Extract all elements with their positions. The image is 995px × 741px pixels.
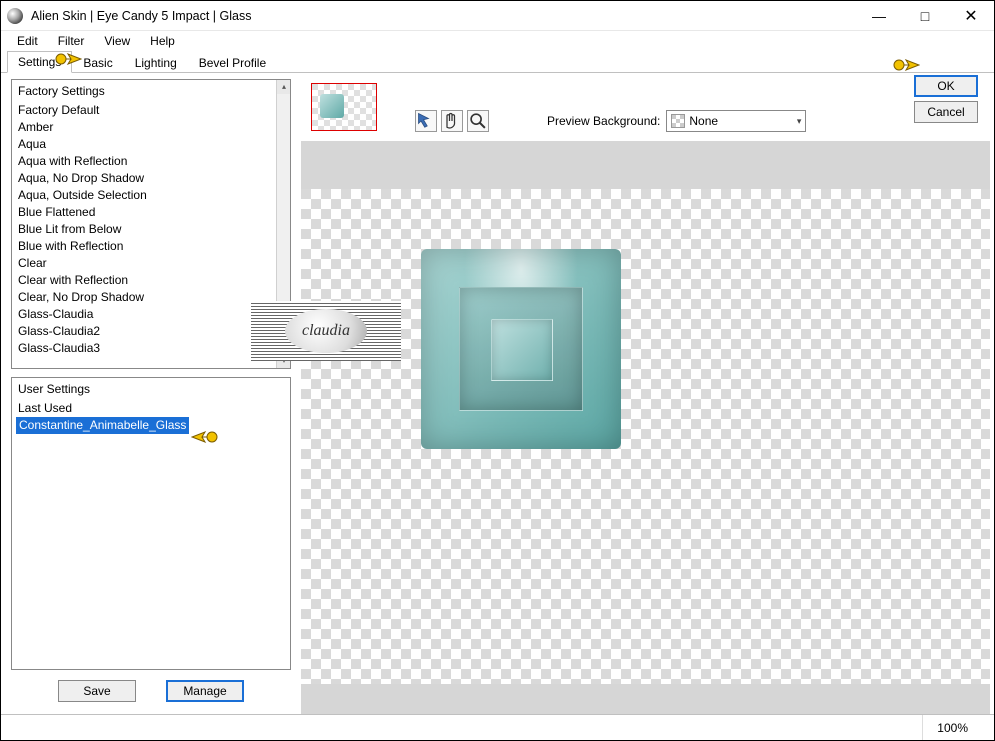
- tab-bar: Settings Basic Lighting Bevel Profile: [1, 51, 994, 73]
- list-item[interactable]: Clear: [16, 255, 272, 272]
- list-item[interactable]: Blue Flattened: [16, 204, 272, 221]
- tab-settings[interactable]: Settings: [7, 51, 72, 73]
- window-title: Alien Skin | Eye Candy 5 Impact | Glass: [31, 9, 251, 23]
- menu-edit[interactable]: Edit: [7, 32, 48, 50]
- scrollbar[interactable]: ▴ ▾: [276, 80, 290, 368]
- list-item[interactable]: Glass-Claudia: [16, 306, 272, 323]
- zoom-tool-icon[interactable]: [467, 110, 489, 132]
- dialog-buttons: OK Cancel: [914, 75, 978, 123]
- title-bar: Alien Skin | Eye Candy 5 Impact | Glass …: [1, 1, 994, 31]
- list-item[interactable]: Aqua, No Drop Shadow: [16, 170, 272, 187]
- scroll-up-icon[interactable]: ▴: [277, 80, 291, 94]
- manage-button[interactable]: Manage: [166, 680, 244, 702]
- app-icon: [7, 8, 23, 24]
- list-item[interactable]: Last Used: [16, 400, 286, 417]
- settings-panel: Factory Settings Factory Default Amber A…: [1, 73, 297, 714]
- factory-settings-listbox[interactable]: Factory Settings Factory Default Amber A…: [11, 79, 291, 369]
- list-item[interactable]: Blue with Reflection: [16, 238, 272, 255]
- save-button[interactable]: Save: [58, 680, 136, 702]
- tab-lighting[interactable]: Lighting: [124, 52, 188, 73]
- select-tool-icon[interactable]: [415, 110, 437, 132]
- list-item-selected[interactable]: Constantine_Animabelle_Glass: [16, 417, 189, 434]
- preview-bg-label: Preview Background:: [547, 114, 660, 128]
- stage-bottom-strip: [301, 684, 990, 714]
- checker-swatch-icon: [671, 114, 685, 128]
- preview-tools: [415, 110, 489, 132]
- tab-basic[interactable]: Basic: [72, 52, 123, 73]
- list-item[interactable]: Factory Default: [16, 102, 272, 119]
- preview-bg-select[interactable]: None ▾: [666, 110, 806, 132]
- stage-top-strip: [301, 141, 990, 189]
- preview-bg-value: None: [689, 114, 796, 128]
- list-item[interactable]: Glass-Claudia3: [16, 340, 272, 357]
- preview-thumbnail[interactable]: [311, 83, 377, 131]
- list-item[interactable]: Clear, No Drop Shadow: [16, 289, 272, 306]
- list-item[interactable]: Amber: [16, 119, 272, 136]
- zoom-level: 100%: [922, 715, 982, 740]
- tab-bevel-profile[interactable]: Bevel Profile: [188, 52, 277, 73]
- user-settings-listbox[interactable]: User Settings Last Used Constantine_Anim…: [11, 377, 291, 670]
- minimize-button[interactable]: ―: [856, 1, 902, 30]
- ok-button[interactable]: OK: [914, 75, 978, 97]
- status-bar: 100%: [1, 714, 994, 740]
- glass-effect-preview: [421, 249, 621, 449]
- content-area: Factory Settings Factory Default Amber A…: [1, 73, 994, 714]
- close-button[interactable]: ✕: [948, 1, 994, 30]
- preview-stage-wrap: [297, 137, 994, 714]
- preview-toolbar: Preview Background: None ▾ OK Cancel: [297, 73, 994, 137]
- menu-filter[interactable]: Filter: [48, 32, 95, 50]
- cancel-button[interactable]: Cancel: [914, 101, 978, 123]
- list-item[interactable]: Blue Lit from Below: [16, 221, 272, 238]
- list-item[interactable]: Aqua, Outside Selection: [16, 187, 272, 204]
- user-settings-header: User Settings: [16, 380, 286, 400]
- list-item[interactable]: Aqua: [16, 136, 272, 153]
- hand-tool-icon[interactable]: [441, 110, 463, 132]
- menu-help[interactable]: Help: [140, 32, 185, 50]
- list-item[interactable]: Aqua with Reflection: [16, 153, 272, 170]
- list-item[interactable]: Glass-Claudia2: [16, 323, 272, 340]
- preview-background-row: Preview Background: None ▾: [547, 110, 806, 132]
- menu-view[interactable]: View: [94, 32, 140, 50]
- list-item[interactable]: Clear with Reflection: [16, 272, 272, 289]
- chevron-down-icon: ▾: [797, 116, 802, 127]
- app-window: Alien Skin | Eye Candy 5 Impact | Glass …: [0, 0, 995, 741]
- factory-settings-header: Factory Settings: [16, 82, 272, 102]
- preview-panel: Preview Background: None ▾ OK Cancel: [297, 73, 994, 714]
- scroll-down-icon[interactable]: ▾: [277, 354, 291, 368]
- maximize-button[interactable]: □: [902, 1, 948, 30]
- preview-stage[interactable]: [301, 189, 990, 684]
- menu-bar: Edit Filter View Help: [1, 31, 994, 51]
- settings-button-row: Save Manage: [11, 678, 291, 708]
